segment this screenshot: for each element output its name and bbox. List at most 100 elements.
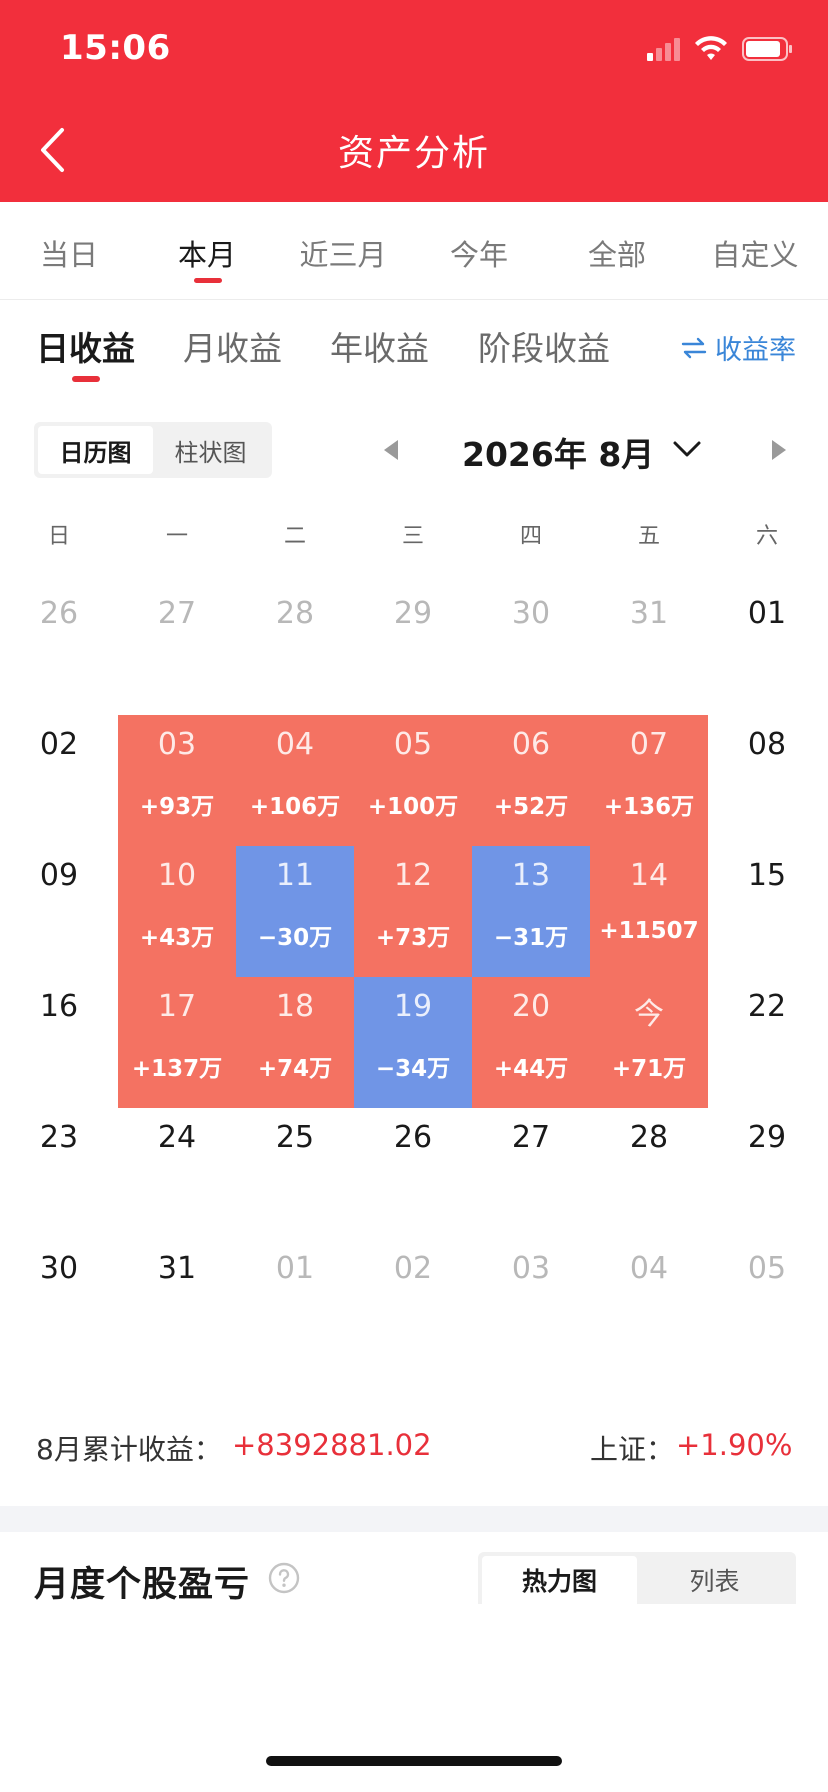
month-label[interactable]: 2026年 8月 <box>462 428 654 476</box>
calendar-day[interactable]: 01 <box>236 1239 354 1370</box>
tab-yearly-income[interactable]: 年收益 <box>330 322 429 370</box>
tab-this-month[interactable]: 本月 <box>152 232 262 274</box>
bar-view-button[interactable]: 柱状图 <box>153 426 268 474</box>
calendar-day[interactable]: 02 <box>354 1239 472 1370</box>
calendar-day[interactable]: 10 +43万 <box>118 846 236 977</box>
day-number: 04 <box>629 1251 669 1286</box>
calendar-day[interactable]: 20 +44万 <box>472 977 590 1108</box>
calendar-day[interactable]: 25 <box>236 1108 354 1239</box>
day-number: 15 <box>747 858 787 893</box>
calendar-day[interactable]: 06 +52万 <box>472 715 590 846</box>
calendar-grid: 26 27 28 29 30 31 01 02 03 +93万 04 +106万 05 +100万 06 +5… <box>0 584 828 1286</box>
signal-icon <box>647 37 680 61</box>
calendar-day[interactable]: 26 <box>0 584 118 715</box>
calendar-day[interactable]: 11 −30万 <box>236 846 354 977</box>
home-indicator <box>266 1756 562 1766</box>
day-number: 25 <box>275 1120 315 1155</box>
day-number: 26 <box>39 596 79 631</box>
day-number: 01 <box>747 596 787 631</box>
calendar-day[interactable]: 05 +100万 <box>354 715 472 846</box>
list-button[interactable]: 列表 <box>637 1556 792 1604</box>
pnl-view-toggle: 热力图 列表 <box>478 1552 796 1604</box>
day-income-value: −31万 <box>493 925 569 951</box>
day-number: 19 <box>393 989 433 1024</box>
calendar-day[interactable]: 13 −31万 <box>472 846 590 977</box>
calendar-day[interactable]: 26 <box>354 1108 472 1239</box>
day-number: 05 <box>393 727 433 762</box>
tab-three-months[interactable]: 近三月 <box>288 232 398 274</box>
swap-icon <box>681 337 707 358</box>
calendar-day[interactable]: 04 +106万 <box>236 715 354 846</box>
tab-monthly-income[interactable]: 月收益 <box>183 322 282 370</box>
calendar-day[interactable]: 09 <box>0 846 118 977</box>
day-number: 今 <box>634 997 664 1032</box>
day-number: 14 <box>629 858 669 893</box>
calendar-day[interactable]: 30 <box>0 1239 118 1370</box>
calendar-day[interactable]: 23 <box>0 1108 118 1239</box>
day-income-value: +73万 <box>375 925 451 951</box>
page-title: 资产分析 <box>337 133 490 174</box>
day-income-value: +137万 <box>131 1056 223 1082</box>
calendar-day[interactable]: 19 −34万 <box>354 977 472 1108</box>
tab-all[interactable]: 全部 <box>562 232 672 274</box>
calendar-day[interactable]: 15 <box>708 846 826 977</box>
prev-month-icon[interactable] <box>384 440 398 460</box>
help-icon[interactable] <box>268 1562 300 1594</box>
weekday-label: 六 <box>755 524 778 549</box>
calendar-day[interactable]: 07 +136万 <box>590 715 708 846</box>
calendar-day[interactable]: 27 <box>118 584 236 715</box>
chevron-down-icon[interactable] <box>670 434 704 464</box>
calendar-day[interactable]: 17 +137万 <box>118 977 236 1108</box>
day-number: 20 <box>511 989 551 1024</box>
day-number: 30 <box>511 596 551 631</box>
day-number: 27 <box>157 596 197 631</box>
tab-daily-income[interactable]: 日收益 <box>36 322 135 370</box>
day-number: 10 <box>157 858 197 893</box>
calendar-day[interactable]: 18 +74万 <box>236 977 354 1108</box>
calendar-day[interactable]: 03 +93万 <box>118 715 236 846</box>
day-number: 29 <box>393 596 433 631</box>
calendar-day[interactable]: 28 <box>236 584 354 715</box>
day-number: 01 <box>275 1251 315 1286</box>
calendar-day[interactable]: 31 <box>590 584 708 715</box>
calendar-day[interactable]: 03 <box>472 1239 590 1370</box>
calendar-day[interactable]: 29 <box>354 584 472 715</box>
tab-period-income[interactable]: 阶段收益 <box>478 322 610 370</box>
day-number: 31 <box>157 1251 197 1286</box>
calendar-day[interactable]: 02 <box>0 715 118 846</box>
tab-today[interactable]: 当日 <box>14 232 124 274</box>
calendar-day[interactable]: 05 <box>708 1239 826 1370</box>
calendar-view-button[interactable]: 日历图 <box>38 426 153 474</box>
day-number: 08 <box>747 727 787 762</box>
heatmap-button[interactable]: 热力图 <box>482 1556 637 1604</box>
calendar-day[interactable]: 31 <box>118 1239 236 1370</box>
day-income-value: +100万 <box>367 794 459 820</box>
calendar-day[interactable]: 29 <box>708 1108 826 1239</box>
calendar-day[interactable]: 12 +73万 <box>354 846 472 977</box>
calendar-day[interactable]: 08 <box>708 715 826 846</box>
month-summary: 8月累计收益： +8392881.02 上证： +1.90% <box>0 1424 828 1474</box>
calendar-day[interactable]: 28 <box>590 1108 708 1239</box>
calendar-day[interactable]: 30 <box>472 584 590 715</box>
next-month-icon[interactable] <box>772 440 786 460</box>
day-income-value: +136万 <box>603 794 695 820</box>
calendar-day[interactable]: 16 <box>0 977 118 1108</box>
chart-view-toggle: 日历图 柱状图 <box>34 422 272 478</box>
tab-custom[interactable]: 自定义 <box>700 232 810 274</box>
calendar-day[interactable]: 27 <box>472 1108 590 1239</box>
calendar-day[interactable]: 04 <box>590 1239 708 1370</box>
yield-rate-toggle[interactable]: 收益率 <box>681 328 796 367</box>
tab-this-year[interactable]: 今年 <box>424 232 534 274</box>
status-icons <box>647 34 794 64</box>
calendar-day[interactable]: 14 +11507 <box>590 846 708 977</box>
day-income-value: +71万 <box>611 1056 687 1082</box>
period-tabs: 当日 本月 近三月 今年 全部 自定义 <box>0 202 828 300</box>
calendar-day[interactable]: 01 <box>708 584 826 715</box>
yield-rate-label: 收益率 <box>715 335 796 366</box>
battery-icon <box>742 37 792 61</box>
sub-tab-indicator <box>72 376 100 382</box>
calendar-day[interactable]: 今 +71万 <box>590 977 708 1108</box>
calendar-day[interactable]: 22 <box>708 977 826 1108</box>
calendar-day[interactable]: 24 <box>118 1108 236 1239</box>
cumulative-income-label: 8月累计收益： <box>36 1433 222 1466</box>
